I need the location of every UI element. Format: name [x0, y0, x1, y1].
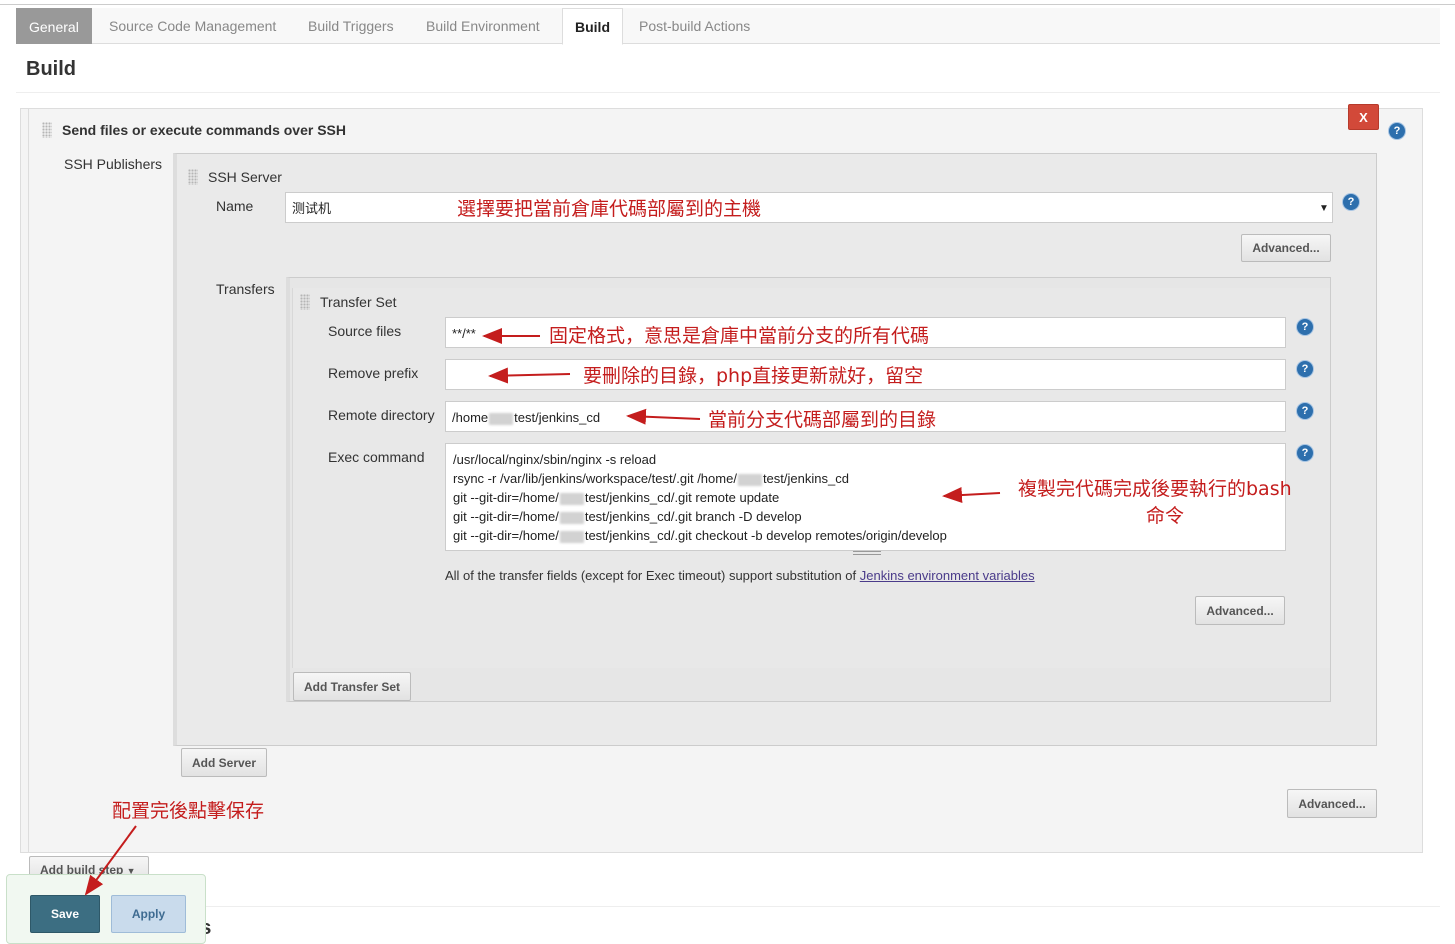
build-step-inner-border [28, 108, 29, 853]
section-divider [16, 92, 1440, 93]
remote-directory-label: Remote directory [328, 407, 435, 423]
add-transfer-set-button[interactable]: Add Transfer Set [293, 672, 411, 701]
server-advanced-button[interactable]: Advanced... [1241, 234, 1331, 262]
save-button[interactable]: Save [30, 895, 100, 933]
server-name-value: 测试机 [292, 201, 332, 216]
redacted-text [559, 530, 584, 543]
tab-source-code-management[interactable]: Source Code Management [97, 8, 288, 44]
exec-command-label: Exec command [328, 449, 425, 465]
transfer-advanced-button[interactable]: Advanced... [1195, 596, 1285, 625]
annotation-exec-line1: 複製完代碼完成後要執行的bash [1018, 478, 1292, 500]
exec-line: /usr/local/nginx/sbin/nginx -s reload [453, 452, 657, 467]
help-icon[interactable]: ? [1297, 319, 1313, 335]
config-tabs: General Source Code Management Build Tri… [16, 8, 1440, 45]
ssh-publishers-label: SSH Publishers [64, 156, 163, 172]
remove-prefix-label: Remove prefix [328, 365, 419, 381]
remote-directory-value-part: /home [452, 410, 489, 425]
transfer-set-label: Transfer Set [320, 294, 397, 310]
redacted-text [489, 412, 514, 425]
top-border [0, 4, 1455, 5]
annotation-prefix: 要刪除的目錄，php直接更新就好，留空 [583, 365, 924, 387]
source-files-label: Source files [328, 323, 402, 339]
tab-build-environment[interactable]: Build Environment [414, 8, 552, 44]
resize-grip-icon[interactable] [853, 551, 881, 555]
redacted-text [559, 492, 584, 505]
help-icon[interactable]: ? [1297, 361, 1313, 377]
remote-directory-value-part: test/jenkins_cd [514, 410, 601, 425]
help-icon[interactable]: ? [1343, 194, 1359, 210]
add-server-button[interactable]: Add Server [181, 748, 267, 777]
post-build-divider [16, 906, 1440, 907]
ssh-server-label: SSH Server [208, 169, 282, 185]
annotation-save: 配置完後點擊保存 [112, 800, 265, 822]
annotation-name: 選擇要把當前倉庫代碼部屬到的主機 [457, 198, 762, 220]
redacted-text [737, 473, 762, 486]
tab-build-triggers[interactable]: Build Triggers [296, 8, 406, 44]
name-label: Name [216, 198, 254, 214]
redacted-text [559, 511, 584, 524]
build-step-title: Send files or execute commands over SSH [62, 122, 346, 138]
chevron-down-icon: ▼ [1319, 203, 1329, 214]
drag-handle-icon[interactable] [42, 122, 52, 138]
drag-handle-icon[interactable] [188, 169, 198, 185]
delete-step-button[interactable]: X [1348, 104, 1379, 130]
jenkins-env-vars-link[interactable]: Jenkins environment variables [860, 568, 1035, 583]
tab-post-build-actions[interactable]: Post-build Actions [627, 8, 762, 44]
drag-handle-icon[interactable] [300, 294, 310, 310]
annotation-remote: 當前分支代碼部屬到的目錄 [708, 409, 937, 431]
annotation-exec-line2: 命令 [1146, 505, 1185, 527]
publisher-advanced-button[interactable]: Advanced... [1287, 789, 1377, 818]
apply-button[interactable]: Apply [111, 895, 186, 933]
tab-build[interactable]: Build [562, 8, 623, 45]
transfers-label: Transfers [216, 281, 275, 297]
server-name-select[interactable]: 测试机 [285, 192, 1333, 223]
section-title: Build [26, 58, 76, 80]
tab-general[interactable]: General [16, 8, 92, 44]
substitution-note: All of the transfer fields (except for E… [445, 568, 1035, 583]
help-icon[interactable]: ? [1297, 445, 1313, 461]
help-icon[interactable]: ? [1389, 123, 1405, 139]
exec-line: git --git-dir=/home/test/jenkins_cd/.git… [453, 528, 947, 543]
help-icon[interactable]: ? [1297, 403, 1313, 419]
source-files-value: **/** [452, 326, 476, 341]
annotation-source: 固定格式，意思是倉庫中當前分支的所有代碼 [549, 325, 930, 347]
